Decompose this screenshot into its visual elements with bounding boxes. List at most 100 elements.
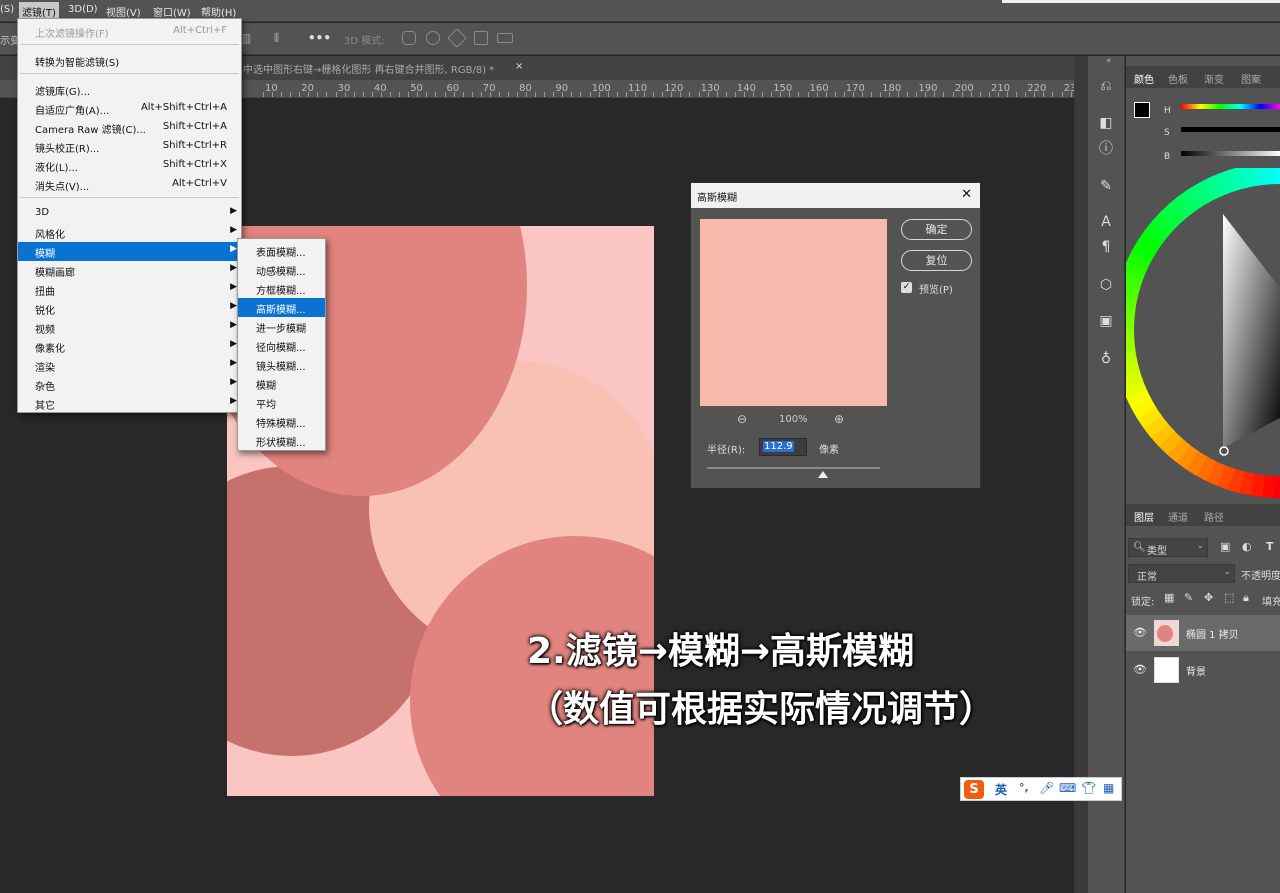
lock-all-icon[interactable]: 🔒︎ (1243, 591, 1249, 605)
menu-item-liquify[interactable]: 液化(L)... Shift+Ctrl+X (18, 156, 241, 175)
zoom-in-icon[interactable]: ⊕ (834, 412, 844, 426)
menu-item-render[interactable]: 渲染 ▶ (18, 356, 241, 375)
radius-input[interactable]: 112.9 (759, 438, 807, 456)
menu-item-adaptive-wide[interactable]: 自适应广角(A)... Alt+Shift+Ctrl+A (18, 99, 241, 118)
adjustments-icon[interactable]: ◧ (1097, 114, 1115, 132)
paragraph-icon[interactable]: ¶ (1097, 238, 1115, 256)
more-options-icon[interactable]: ••• (308, 31, 331, 45)
layer-row[interactable]: 👁︎ 背景 (1126, 652, 1280, 688)
menu-item-camera-raw[interactable]: Camera Raw 滤镜(C)... Shift+Ctrl+A (18, 118, 241, 137)
preview-checkbox[interactable]: ✓ (901, 282, 912, 293)
submenu-item[interactable]: 动感模糊... (238, 260, 325, 279)
ok-button[interactable]: 确定 (901, 219, 972, 240)
panel-collapse-strip[interactable] (1074, 56, 1088, 893)
menu-item-vanishing-point[interactable]: 消失点(V)... Alt+Ctrl+V (18, 175, 241, 194)
menu-view[interactable]: 视图(V) (106, 4, 141, 19)
tab-gradients[interactable]: 渐变 (1204, 71, 1224, 86)
doc-tab-title[interactable]: 中选中图形右键→栅格化图形 再右键合并图形, RGB/8) * (243, 61, 494, 76)
submenu-item[interactable]: 表面模糊... (238, 241, 325, 260)
submenu-item[interactable]: 进一步模糊 (238, 317, 325, 336)
saturation-slider[interactable] (1181, 127, 1280, 132)
menu-item-distort[interactable]: 扭曲 ▶ (18, 280, 241, 299)
menu-item-blur[interactable]: 模糊 ▶ (18, 242, 241, 261)
image-filter-icon[interactable]: ▣ (1220, 540, 1230, 553)
menu-item-video[interactable]: 视频 ▶ (18, 318, 241, 337)
submenu-item-gaussian-blur[interactable]: 高斯模糊... (238, 298, 325, 317)
submenu-item[interactable]: 形状模糊... (238, 431, 325, 450)
tab-color[interactable]: 颜色 (1134, 71, 1154, 86)
menu-item-sharpen[interactable]: 锐化 ▶ (18, 299, 241, 318)
learn-bulb-icon[interactable]: ♁ (1097, 350, 1115, 368)
brightness-slider[interactable] (1181, 151, 1280, 156)
3d-orbit-icon[interactable] (402, 31, 416, 45)
tab-channels[interactable]: 通道 (1168, 509, 1188, 524)
type-filter-icon[interactable]: T (1266, 540, 1274, 553)
ime-toolbar[interactable]: S 英 °, 🎤︎ ⌨ 👕︎ ▦ (960, 777, 1122, 801)
radius-slider-track[interactable] (707, 467, 880, 469)
submenu-item[interactable]: 模糊 (238, 374, 325, 393)
layer-filter-select[interactable]: 🔍︎ 类型 ⌄ (1128, 538, 1208, 557)
foreground-swatch[interactable] (1134, 102, 1150, 118)
eye-icon[interactable]: 👁︎ (1133, 663, 1147, 676)
submenu-item[interactable]: 方框模糊... (238, 279, 325, 298)
lock-position-icon[interactable]: ✥ (1204, 591, 1213, 604)
menu-item-lens-correction[interactable]: 镜头校正(R)... Shift+Ctrl+R (18, 137, 241, 156)
tab-patterns[interactable]: 图案 (1241, 71, 1261, 86)
doc-tab-close-icon[interactable]: × (515, 61, 523, 72)
3d-pan-icon[interactable] (447, 28, 467, 48)
submenu-item[interactable]: 平均 (238, 393, 325, 412)
distribute-icon[interactable]: ⫴ (274, 31, 279, 46)
punct-icon[interactable]: °, (1019, 781, 1029, 794)
ime-lang[interactable]: 英 (995, 781, 1007, 798)
zoom-out-icon[interactable]: ⊖ (737, 412, 747, 426)
layer-name: 背景 (1186, 667, 1206, 678)
tab-paths[interactable]: 路径 (1204, 509, 1224, 524)
adjustment-filter-icon[interactable]: ◐ (1242, 540, 1252, 553)
character-icon[interactable]: A (1097, 213, 1115, 231)
info-icon[interactable]: ⓘ (1097, 140, 1115, 158)
close-icon[interactable]: ✕ (961, 187, 972, 202)
radius-slider-handle[interactable] (818, 471, 828, 478)
tab-layers[interactable]: 图层 (1134, 509, 1154, 524)
lock-artboard-icon[interactable]: ⬚ (1224, 591, 1234, 604)
submenu-item[interactable]: 特殊模糊... (238, 412, 325, 431)
menu-item-noise[interactable]: 杂色 ▶ (18, 375, 241, 394)
toolbox-icon[interactable]: ▦ (1103, 781, 1114, 795)
menu-item-smart-filter[interactable]: 转换为智能滤镜(S) (18, 51, 241, 70)
menu-item-blur-gallery[interactable]: 模糊画廊 ▶ (18, 261, 241, 280)
menu-item-filter-gallery[interactable]: 滤镜库(G)... (18, 80, 241, 99)
mic-icon[interactable]: 🎤︎ (1039, 781, 1054, 795)
submenu-item[interactable]: 镜头模糊... (238, 355, 325, 374)
blur-submenu: 表面模糊... 动感模糊... 方框模糊... 高斯模糊... 进一步模糊 径向… (237, 238, 326, 451)
menu-item-stylize[interactable]: 风格化 ▶ (18, 223, 241, 242)
lock-paint-icon[interactable]: ✎ (1184, 591, 1193, 604)
properties-icon[interactable]: ▣ (1097, 312, 1115, 330)
skin-icon[interactable]: 👕︎ (1081, 781, 1096, 795)
ruler-tick-mark (263, 92, 264, 97)
submenu-item[interactable]: 径向模糊... (238, 336, 325, 355)
menu-help[interactable]: 帮助(H) (201, 4, 236, 19)
layer-row-selected[interactable]: 👁︎ 椭圆 1 拷贝 (1126, 615, 1280, 651)
collapse-icon[interactable]: « (1106, 56, 1112, 66)
reset-button[interactable]: 复位 (901, 250, 972, 271)
3d-slide-icon[interactable] (474, 31, 488, 45)
color-wheel[interactable] (1126, 168, 1280, 508)
history-icon[interactable]: ⎌ (1097, 77, 1115, 95)
menu-3d[interactable]: 3D(D) (68, 4, 98, 15)
3d-camera-icon[interactable] (497, 33, 513, 43)
menu-item-pixelate[interactable]: 像素化 ▶ (18, 337, 241, 356)
3d-cube-icon[interactable]: ⬡ (1097, 276, 1115, 294)
menu-window[interactable]: 窗口(W) (153, 4, 191, 19)
3d-roll-icon[interactable] (426, 31, 440, 45)
lock-pixels-icon[interactable]: ▦ (1164, 591, 1174, 604)
menu-item-3d[interactable]: 3D ▶ (18, 204, 241, 223)
eye-icon[interactable]: 👁︎ (1133, 626, 1147, 639)
blend-mode-select[interactable]: 正常 ⌄ (1128, 564, 1235, 583)
preview-area[interactable] (700, 219, 887, 406)
tab-swatches[interactable]: 色板 (1168, 71, 1188, 86)
menu-select[interactable]: (S) (0, 4, 14, 15)
hue-slider[interactable] (1181, 104, 1280, 109)
menu-item-other[interactable]: 其它 ▶ (18, 394, 241, 413)
brush-settings-icon[interactable]: ✎ (1097, 177, 1115, 195)
keyboard-icon[interactable]: ⌨ (1059, 781, 1076, 795)
